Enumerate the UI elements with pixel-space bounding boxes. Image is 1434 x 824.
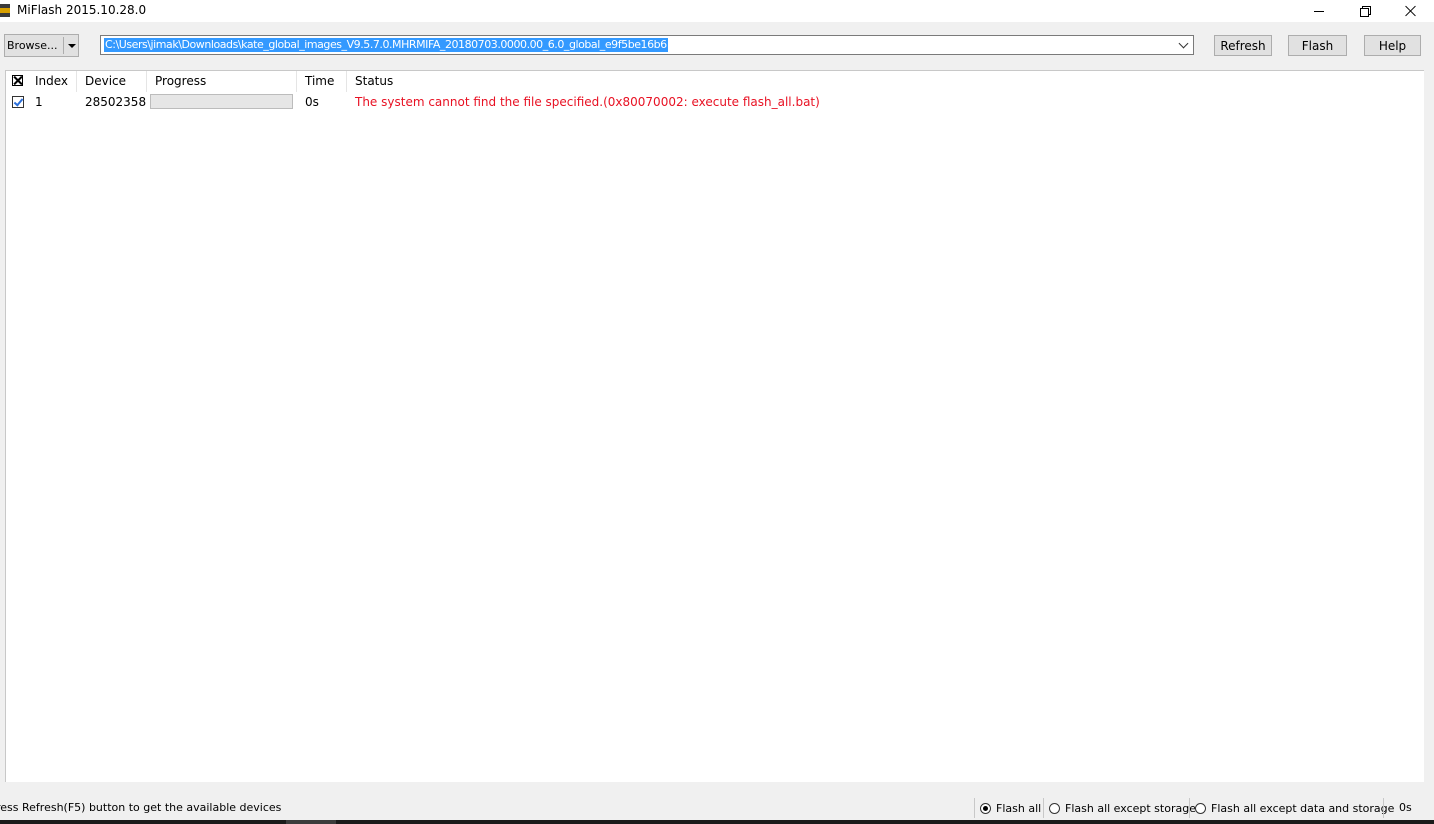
column-header-status[interactable]: Status bbox=[347, 71, 1423, 92]
row-progress-bar bbox=[150, 94, 293, 109]
browse-split-button[interactable]: Browse... bbox=[4, 34, 79, 57]
flash-except-storage-option[interactable]: Flash all except storage bbox=[1049, 800, 1196, 816]
image-path-value[interactable]: C:\Users\jimak\Downloads\kate_global_ima… bbox=[104, 38, 668, 52]
row-checkbox[interactable] bbox=[12, 96, 24, 108]
image-path-combobox[interactable]: C:\Users\jimak\Downloads\kate_global_ima… bbox=[100, 35, 1194, 55]
restore-icon bbox=[1360, 6, 1371, 17]
window-title: MiFlash 2015.10.28.0 bbox=[17, 3, 147, 17]
browse-button[interactable]: Browse... bbox=[5, 35, 62, 56]
close-icon bbox=[1405, 5, 1417, 17]
help-label: Help bbox=[1378, 38, 1407, 53]
status-message: ress Refresh(F5) button to get the avail… bbox=[0, 801, 282, 814]
chevron-down-icon[interactable] bbox=[1178, 38, 1189, 49]
flash-except-data-storage-option[interactable]: Flash all except data and storage bbox=[1195, 800, 1394, 816]
taskbar-highlight bbox=[286, 820, 336, 824]
refresh-button[interactable]: Refresh bbox=[1214, 35, 1272, 56]
row-select-cell[interactable] bbox=[6, 92, 27, 112]
close-button[interactable] bbox=[1388, 0, 1434, 22]
title-bar: MiFlash 2015.10.28.0 bbox=[0, 0, 1434, 22]
flash-except-storage-label: Flash all except storage bbox=[1065, 801, 1196, 815]
flash-all-radio[interactable] bbox=[980, 802, 991, 814]
restore-button[interactable] bbox=[1342, 0, 1388, 22]
help-button[interactable]: Help bbox=[1364, 35, 1421, 56]
row-time: 0s bbox=[305, 95, 319, 109]
row-index: 1 bbox=[35, 95, 43, 109]
flash-all-option[interactable]: Flash all bbox=[980, 800, 1041, 816]
status-bar: ress Refresh(F5) button to get the avail… bbox=[0, 796, 1434, 820]
device-list[interactable]: Index Device Progress Time Status 1 2850… bbox=[5, 70, 1424, 782]
minimize-button[interactable] bbox=[1296, 0, 1342, 22]
flash-all-label: Flash all bbox=[996, 801, 1042, 815]
dropdown-arrow-icon bbox=[67, 43, 76, 48]
browse-dropdown-button[interactable] bbox=[64, 35, 79, 56]
list-header: Index Device Progress Time Status bbox=[6, 71, 1424, 92]
browse-label: Browse... bbox=[7, 39, 58, 52]
flash-label: Flash bbox=[1301, 38, 1334, 53]
header-select-all[interactable] bbox=[6, 71, 27, 92]
row-status-error: The system cannot find the file specifie… bbox=[355, 95, 820, 109]
table-row[interactable]: 1 28502358 0s The system cannot find the… bbox=[6, 92, 1424, 112]
status-separator bbox=[1189, 798, 1190, 818]
flash-except-storage-radio[interactable] bbox=[1049, 802, 1060, 814]
select-all-checkbox[interactable] bbox=[12, 75, 23, 86]
column-header-device[interactable]: Device bbox=[77, 71, 147, 92]
column-header-index[interactable]: Index bbox=[27, 71, 77, 92]
flash-except-data-storage-radio[interactable] bbox=[1195, 802, 1206, 814]
status-separator bbox=[1383, 798, 1384, 818]
flash-except-data-storage-label: Flash all except data and storage bbox=[1211, 801, 1395, 815]
flash-button[interactable]: Flash bbox=[1288, 35, 1347, 56]
miflash-app-icon bbox=[0, 4, 10, 17]
minimize-icon bbox=[1314, 10, 1324, 12]
elapsed-time: 0s bbox=[1399, 801, 1412, 814]
row-device-id: 28502358 bbox=[85, 95, 147, 109]
column-header-progress[interactable]: Progress bbox=[147, 71, 297, 92]
taskbar-strip bbox=[0, 820, 1434, 824]
status-separator bbox=[1043, 798, 1044, 818]
column-header-time[interactable]: Time bbox=[297, 71, 347, 92]
row-progress-cell bbox=[147, 92, 297, 112]
refresh-label: Refresh bbox=[1220, 38, 1266, 53]
status-separator bbox=[974, 798, 975, 818]
